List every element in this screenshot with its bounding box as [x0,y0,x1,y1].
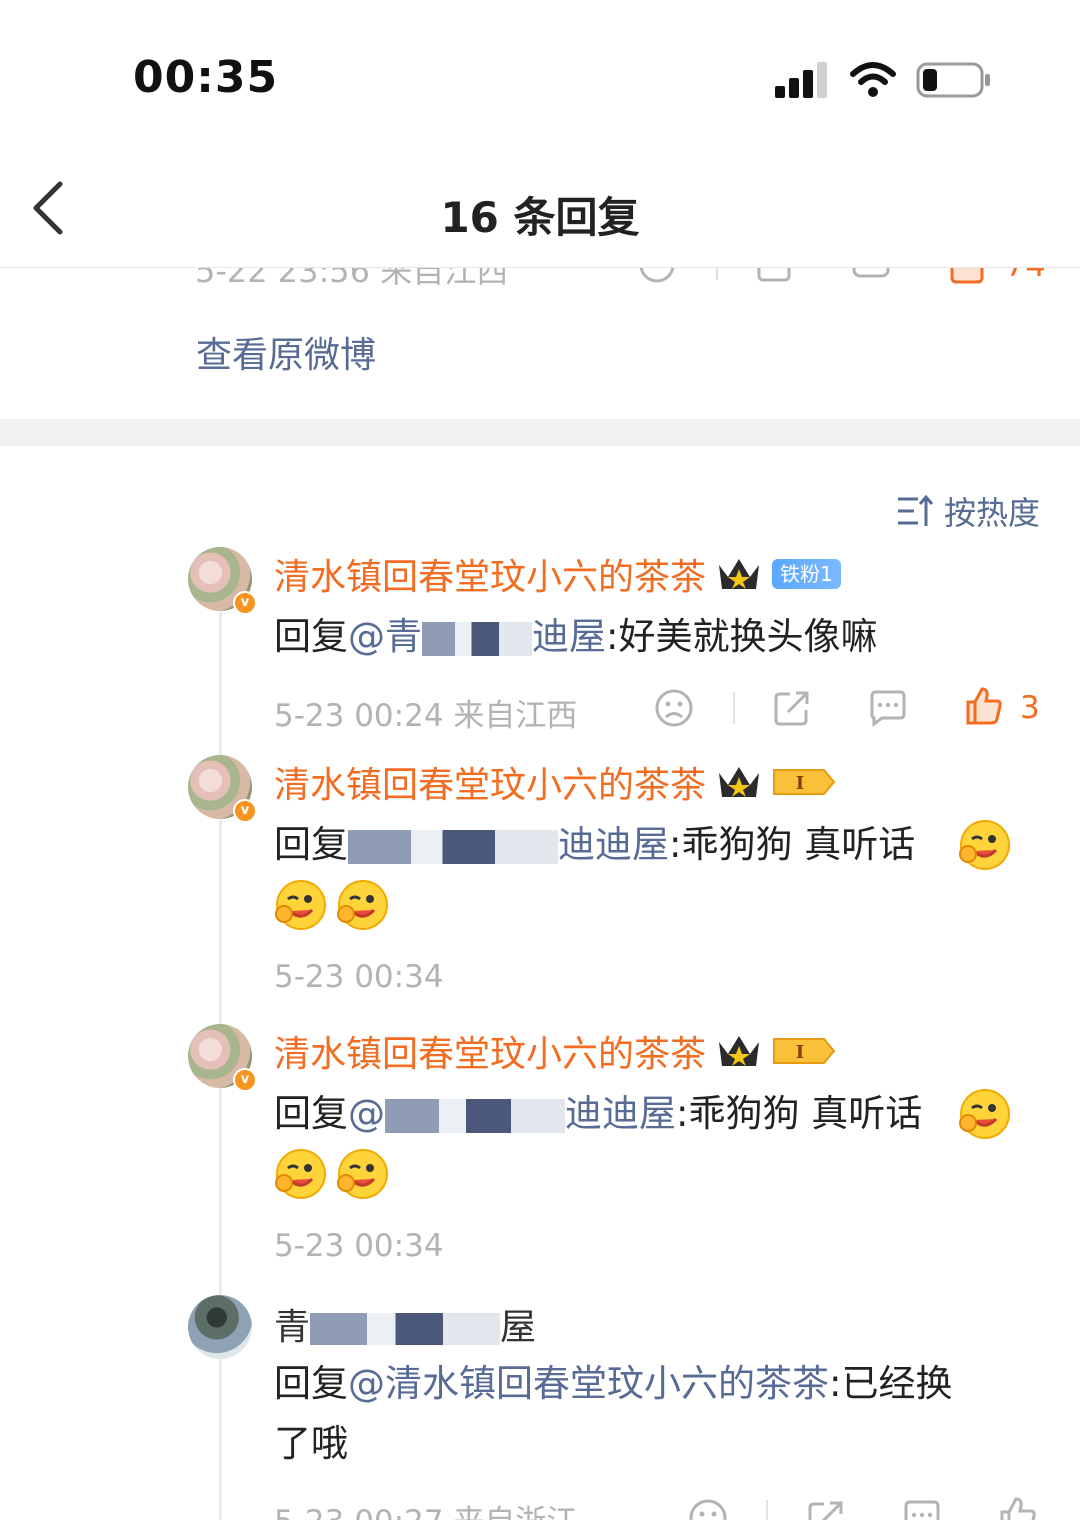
redacted-blur [348,829,558,864]
username-text: 青 [274,1307,311,1348]
wink-emoji-icon [959,820,1010,870]
view-original-link[interactable]: 查看原微博 [196,326,376,378]
share-icon[interactable] [772,688,812,728]
wifi-icon [850,62,896,97]
like-icon[interactable] [998,1496,1038,1520]
divider [733,692,735,724]
reply-meta: 5-23 00:24 来自江西 [274,698,578,734]
like-count: 74 [1005,268,1046,284]
mention-text: @ [348,1092,385,1135]
mention-text: @青 [348,615,422,658]
redacted-blur [422,621,532,656]
wink-emoji-icon [275,880,326,930]
comment-icon[interactable] [868,688,908,728]
reply-meta: 5-23 00:34 [274,1228,444,1264]
sort-button[interactable]: 按热度 [896,488,1040,534]
reply-text: :乖狗狗 真听话 [669,823,916,866]
level-text: I [796,1042,804,1063]
level-text: I [796,773,804,794]
section-gap [0,419,1080,446]
level-badge: I [773,769,836,795]
reply-text: :好美就换头像嘛 [606,615,878,658]
sort-icon [898,494,934,526]
reply-header: 清水镇回春堂玟小六的茶茶 I [274,1025,836,1077]
like-count: 3 [1020,690,1040,726]
dislike-icon[interactable] [638,268,676,284]
divider [766,1500,768,1520]
mention-text: 迪迪屋 [558,823,669,866]
redacted-blur [310,1313,501,1345]
status-time: 00:35 [133,52,279,103]
username[interactable]: 清水镇回春堂玟小六的茶茶 [274,1025,706,1077]
like-icon[interactable] [964,686,1004,726]
divider [716,268,718,280]
comment-icon[interactable] [902,1498,942,1520]
share-icon[interactable] [756,268,794,284]
reply-body: 回复@青 迪屋:好美就换头像嘛 [274,610,877,664]
dislike-icon[interactable] [688,1498,728,1520]
reply-body: 回复 迪迪屋:乖狗狗 真听话 [274,818,915,872]
emoji [274,878,328,932]
share-icon[interactable] [806,1498,846,1520]
emoji [336,1147,390,1201]
clipped-meta: 5-22 23:56 来自江西 [195,268,509,290]
fan-badge: 铁粉1 [772,559,841,589]
mention-text: 迪屋 [532,615,606,658]
username-text: 屋 [500,1307,537,1348]
mention-link[interactable]: @清水镇回春堂玟小六的茶茶 [348,1362,829,1405]
wink-emoji-icon [337,880,388,930]
reply-body-line2: 了哦 [274,1422,348,1465]
sort-label: 按热度 [944,494,1041,532]
reply-meta: 5-23 00:27 来自浙江 [274,1496,577,1520]
level-badge: I [773,1038,836,1064]
verified-badge: v [233,1068,257,1092]
dislike-icon[interactable] [654,688,694,728]
redacted-blur [385,1098,565,1133]
verified-badge: v [233,799,257,823]
comment-icon[interactable] [852,268,890,284]
crown-icon [719,1036,760,1066]
clipped-action-row: 5-23 00:27 来自浙江 [0,1492,1080,1520]
reply-header: 清水镇回春堂玟小六的茶茶 铁粉1 [274,548,841,600]
verified-badge: v [233,591,257,615]
reply-prefix: 回复 [274,1092,348,1135]
reply-prefix: 回复 [274,1362,348,1405]
reply-body: 回复@ 迪迪屋:乖狗狗 真听话 [274,1087,922,1141]
wink-emoji-icon [337,1149,388,1199]
emoji [958,818,1012,872]
mention-link[interactable]: @ 迪迪屋 [348,1092,676,1135]
reply-meta: 5-23 00:34 [274,959,444,995]
username[interactable]: 清水镇回春堂玟小六的茶茶 [274,756,706,808]
mention-link[interactable]: @青 迪屋 [348,615,606,658]
battery-icon [916,62,990,98]
crown-icon [719,559,760,589]
reply-body: 回复@清水镇回春堂玟小六的茶茶:已经换 [274,1357,952,1411]
emoji [958,1087,1012,1141]
cellular-signal-icon [775,62,827,98]
wink-emoji-icon [275,1149,326,1199]
reply-prefix: 回复 [274,615,348,658]
emoji [336,878,390,932]
wink-emoji-icon [959,1089,1010,1139]
avatar[interactable] [188,1295,252,1359]
reply-prefix: 回复 [274,823,348,866]
emoji [274,1147,328,1201]
mention-text: 迪迪屋 [565,1092,676,1135]
reply-header: 清水镇回春堂玟小六的茶茶 I [274,756,836,808]
reply-text: :已经换 [829,1362,953,1405]
mention-link[interactable]: 迪迪屋 [348,823,669,866]
username[interactable]: 青屋 [274,1298,536,1350]
crown-icon [719,767,760,797]
reply-text: :乖狗狗 真听话 [676,1092,923,1135]
clipped-action-row: 5-22 23:56 来自江西 74 [0,268,1080,298]
username[interactable]: 清水镇回春堂玟小六的茶茶 [274,548,706,600]
like-icon[interactable] [948,268,986,284]
page-title: 16 条回复 [440,193,640,242]
